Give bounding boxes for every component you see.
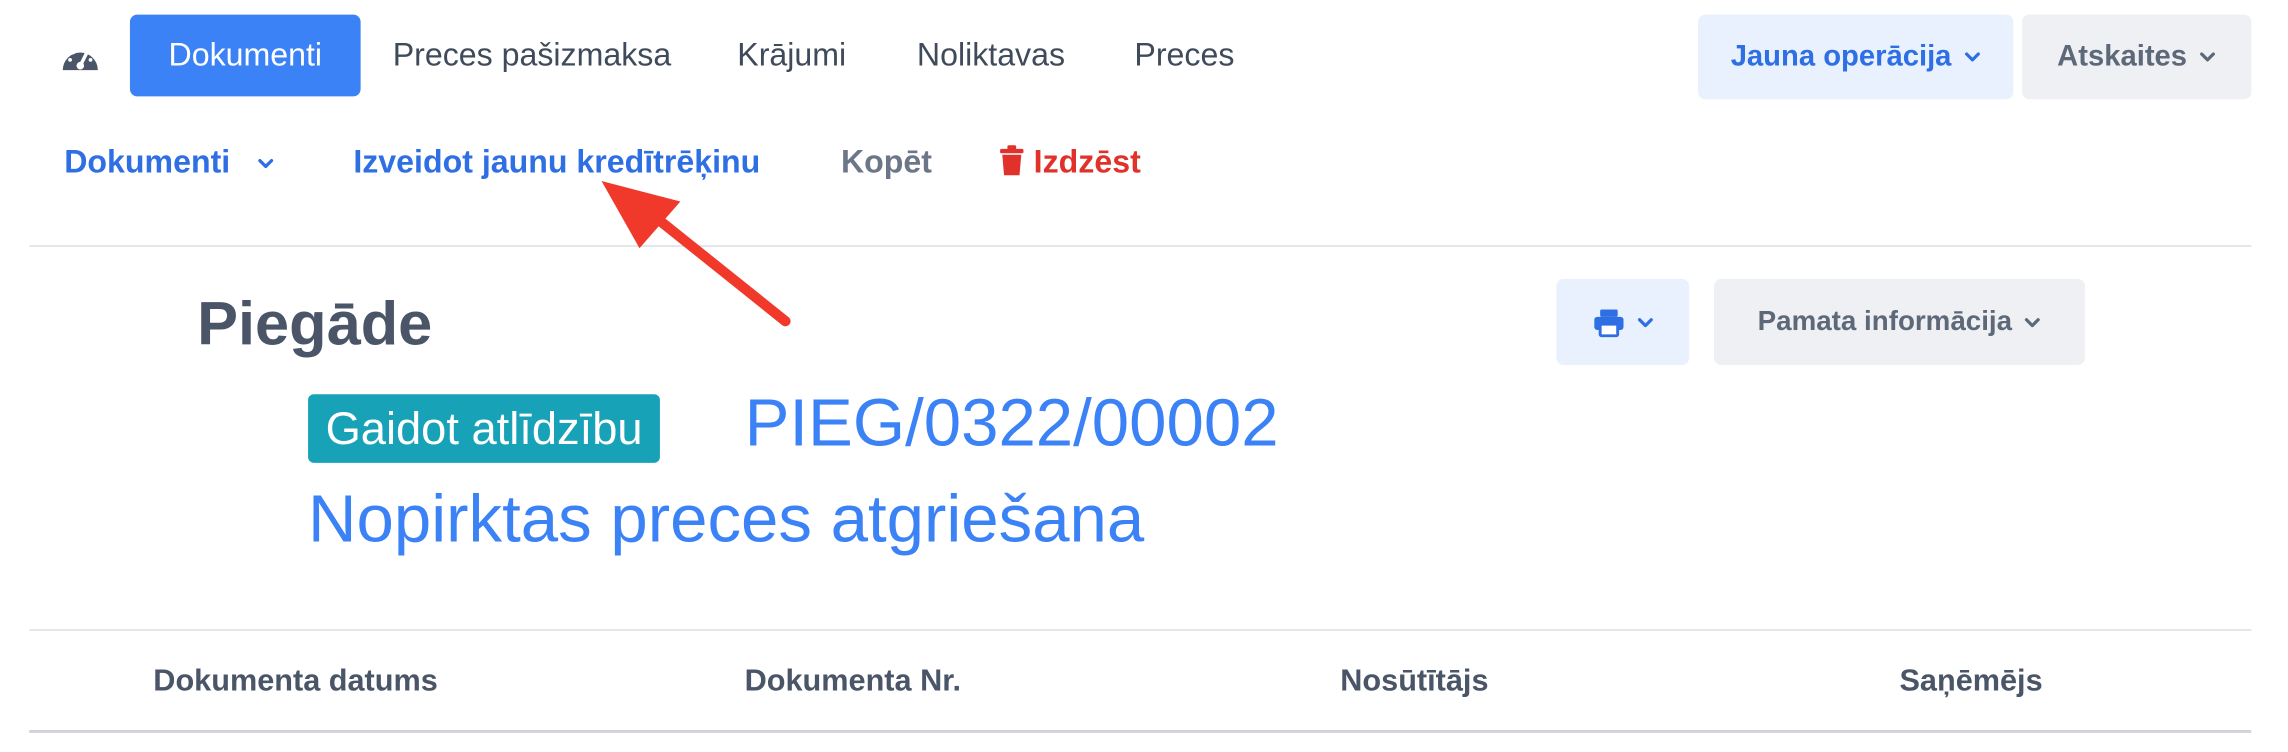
new-operation-label: Jauna operācija xyxy=(1730,40,1952,73)
tab-noliktavas[interactable]: Noliktavas xyxy=(917,15,1065,97)
document-type-title: Piegāde xyxy=(197,289,433,358)
new-operation-dropdown-button[interactable]: Jauna operācija xyxy=(1697,14,2014,100)
dashboard-gauge-icon[interactable] xyxy=(58,38,102,76)
chevron-down-icon xyxy=(1964,52,1980,62)
basic-info-label: Pamata informācija xyxy=(1757,305,2013,337)
chevron-down-icon xyxy=(258,159,273,169)
tab-preces[interactable]: Preces xyxy=(1134,15,1234,97)
top-navigation: Dokumenti Preces pašizmaksa Krājumi Noli… xyxy=(0,0,2285,111)
annotation-arrow-icon xyxy=(601,181,791,327)
reports-label: Atskaites xyxy=(2057,40,2188,73)
reports-dropdown-button[interactable]: Atskaites xyxy=(2022,14,2252,100)
tab-preces-pasizmaksa[interactable]: Preces pašizmaksa xyxy=(393,15,671,97)
document-number[interactable]: PIEG/0322/00002 xyxy=(745,383,1279,462)
create-credit-note-link[interactable]: Izveidot jaunu kredītrēķinu xyxy=(353,139,760,186)
section-divider xyxy=(29,245,2252,247)
trash-icon xyxy=(1000,145,1024,176)
documents-dropdown-link[interactable]: Dokumenti xyxy=(64,139,274,186)
status-badge: Gaidot atlīdzību xyxy=(308,394,661,463)
printer-icon xyxy=(1593,308,1623,337)
column-header-sender: Nosūtītājs xyxy=(1340,664,1489,698)
print-dropdown-button[interactable] xyxy=(1556,278,1690,365)
chevron-down-icon xyxy=(1637,317,1653,327)
column-header-document-number: Dokumenta Nr. xyxy=(744,664,961,698)
app-root: Dokumenti Preces pašizmaksa Krājumi Noli… xyxy=(0,0,2285,752)
documents-dropdown-label: Dokumenti xyxy=(64,143,231,180)
tab-dokumenti[interactable]: Dokumenti xyxy=(129,14,361,97)
chevron-down-icon xyxy=(2025,317,2040,327)
delete-label: Izdzēst xyxy=(1033,143,1141,180)
column-header-document-date: Dokumenta datums xyxy=(153,664,438,698)
basic-info-dropdown-button[interactable]: Pamata informācija xyxy=(1714,278,2085,365)
copy-link[interactable]: Kopēt xyxy=(841,139,932,186)
column-header-recipient: Saņēmējs xyxy=(1899,664,2043,698)
table-header-divider xyxy=(29,730,2252,733)
delete-link[interactable]: Izdzēst xyxy=(999,139,1141,186)
tab-krajumi[interactable]: Krājumi xyxy=(737,15,846,97)
table-top-divider xyxy=(29,629,2252,631)
document-subtitle[interactable]: Nopirktas preces atgriešana xyxy=(308,479,1144,558)
chevron-down-icon xyxy=(2200,52,2215,62)
